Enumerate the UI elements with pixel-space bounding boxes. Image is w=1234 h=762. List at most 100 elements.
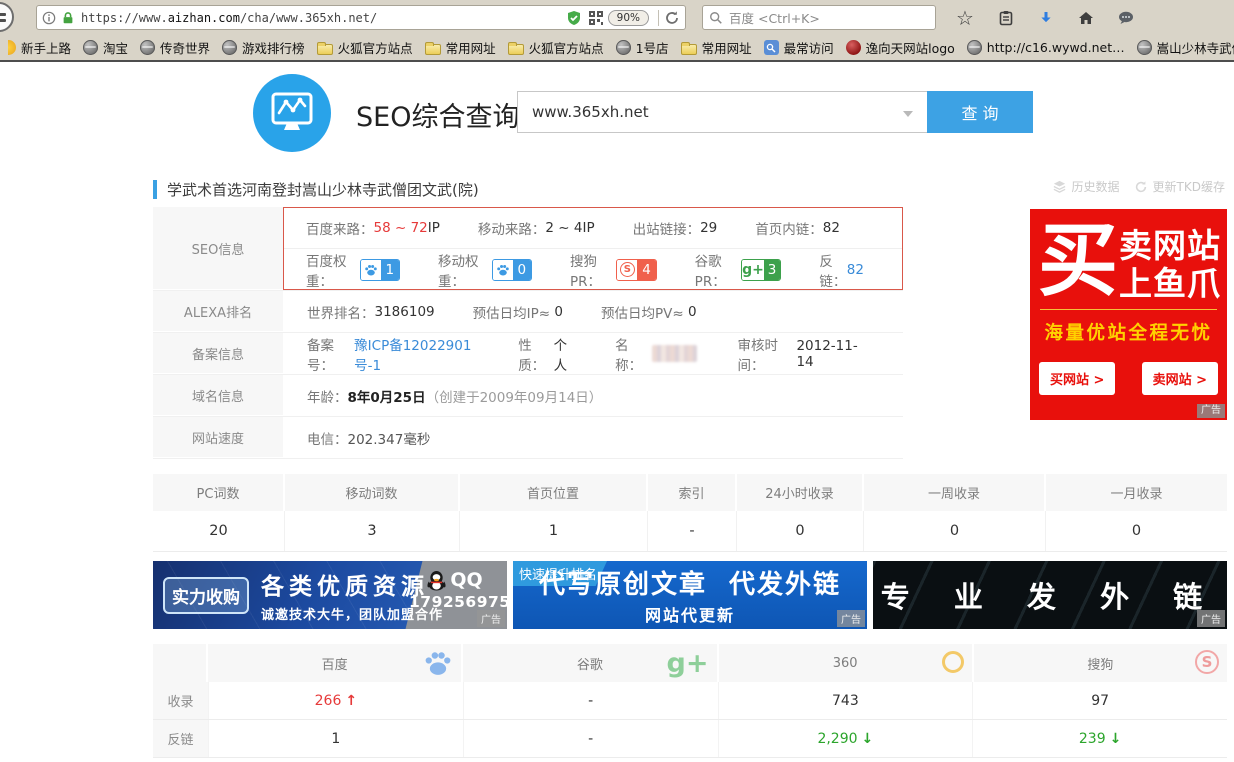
lock-icon — [61, 11, 75, 25]
bookmarks-bar: 新手上路 淘宝 传奇世界 游戏排行榜 火狐官方站点 常用网址 火狐官方站点 1号… — [0, 35, 1234, 60]
info-icon[interactable] — [42, 11, 56, 25]
baidu-paw-icon — [496, 263, 510, 277]
browser-toolbar: https://www.aizhan.com/cha/www.365xh.net… — [0, 0, 1234, 35]
baidu-weight-badge[interactable]: 1 — [360, 259, 400, 281]
daily-ip-value: 0 — [554, 304, 563, 320]
page-content: SEO综合查询 www.365xh.net 查 询 学武术首选河南登封嵩山少林寺… — [0, 62, 1234, 762]
bookmark-item[interactable]: 传奇世界 — [134, 38, 216, 57]
keyword-stats-table: PC词数 移动词数 首页位置 索引 24小时收录 一周收录 一月收录 20 3 … — [153, 474, 1227, 552]
bookmark-label: 火狐官方站点 — [338, 38, 413, 57]
google-pr-badge[interactable]: g+3 — [741, 259, 781, 281]
most-visited-icon — [764, 40, 779, 55]
sogou-icon: S — [1195, 650, 1219, 674]
buy-site-button[interactable]: 买网站 > — [1039, 362, 1115, 395]
domain-query-input[interactable]: www.365xh.net — [517, 91, 927, 133]
bookmark-item[interactable]: 1号店 — [610, 38, 675, 57]
refresh-icon — [1134, 180, 1148, 194]
chat-icon[interactable] — [1118, 10, 1134, 26]
mobile-weight-badge[interactable]: 0 — [492, 259, 532, 281]
row-label: ALEXA排名 — [153, 291, 283, 332]
page-title: SEO综合查询 — [356, 95, 519, 134]
history-data-button[interactable]: 历史数据 — [1052, 178, 1120, 195]
bookmark-star-icon[interactable]: ☆ — [956, 8, 974, 28]
bookmark-icon — [8, 40, 16, 55]
bookmark-label: 常用网址 — [702, 38, 752, 57]
mobile-weight-value: 0 — [513, 260, 531, 280]
sogou-icon: S — [620, 262, 635, 277]
baidu-backlinks-value[interactable]: 1 — [331, 731, 340, 747]
menu-button[interactable] — [0, 2, 14, 32]
metric-label: 搜狗PR： — [570, 250, 614, 290]
stats-value: 0 — [737, 511, 864, 551]
down-arrow-icon: ↓ — [1110, 731, 1122, 747]
bookmark-folder[interactable]: 火狐官方站点 — [502, 38, 610, 57]
360-indexed-value[interactable]: 743 — [832, 693, 859, 709]
ad-banner-backlinks[interactable]: 专 业 发 外 链 广告 — [873, 561, 1227, 629]
zoom-level-badge[interactable]: 90% — [608, 10, 649, 26]
backlinks-value[interactable]: 82 — [847, 262, 864, 278]
bookmark-folder[interactable]: 常用网址 — [419, 38, 502, 57]
shield-icon[interactable] — [566, 10, 582, 26]
row-label: 反链 — [153, 720, 208, 757]
query-button[interactable]: 查 询 — [927, 91, 1033, 133]
baidu-paw-icon — [423, 648, 453, 678]
bookmark-item[interactable]: 嵩山少林寺武僧文武… — [1131, 38, 1234, 57]
downloads-icon[interactable] — [1038, 10, 1054, 26]
home-inlinks-value: 82 — [823, 220, 840, 236]
table-row-icp: 备案信息 备案号：豫ICP备12022901号-1 性质：个人 名称： 审核时间… — [153, 333, 903, 375]
reload-icon[interactable] — [664, 10, 680, 26]
history-data-label: 历史数据 — [1072, 178, 1120, 195]
bookmark-item[interactable]: 游戏排行榜 — [216, 38, 311, 57]
bookmark-folder[interactable]: 火狐官方站点 — [311, 38, 419, 57]
stats-header: 一周收录 — [864, 474, 1046, 511]
library-icon[interactable] — [998, 10, 1014, 26]
bookmark-folder[interactable]: 常用网址 — [675, 38, 758, 57]
sell-site-button[interactable]: 卖网站 > — [1142, 362, 1218, 395]
360-backlinks-value[interactable]: 2,290 — [817, 731, 857, 747]
stats-value: 0 — [864, 511, 1046, 551]
refresh-tkd-button[interactable]: 更新TKD缓存 — [1134, 178, 1225, 195]
ad-big-char: 买 — [1038, 223, 1116, 302]
bookmark-label: 游戏排行榜 — [242, 38, 305, 57]
ad-banner-resources[interactable]: 实力收购 各类优质资源 诚邀技术大牛，团队加盟合作 QQ 179256975 广… — [153, 561, 507, 629]
sogou-pr-badge[interactable]: S4 — [616, 259, 656, 281]
yuzhua-ad-banner[interactable]: 买 卖网站 上鱼爪 海量优站全程无忧 买网站 > 卖网站 > 广告 — [1030, 209, 1227, 420]
bookmark-item[interactable]: http://c16.wywd.net… — [961, 40, 1131, 55]
qq-penguin-icon — [427, 570, 446, 591]
table-row-speed: 网站速度 电信： 202.347毫秒 — [153, 417, 903, 459]
layers-icon — [1052, 179, 1067, 194]
metric-label: 备案号： — [307, 334, 354, 374]
icp-number-link[interactable]: 豫ICP备12022901号-1 — [354, 334, 480, 374]
sogou-indexed-value[interactable]: 97 — [1091, 693, 1109, 709]
bookmark-item[interactable]: 最常访问 — [758, 38, 840, 57]
refresh-tkd-label: 更新TKD缓存 — [1153, 178, 1225, 195]
site-title-bar: 学武术首选河南登封嵩山少林寺武僧团文武(院) 历史数据 更新TKD缓存 — [153, 176, 1227, 202]
up-arrow-icon: ↑ — [345, 693, 357, 709]
bookmark-item[interactable]: 新手上路 — [2, 38, 77, 57]
metric-label: 审核时间： — [737, 334, 796, 374]
sogou-backlinks-value[interactable]: 239 — [1079, 731, 1106, 747]
icp-name-censored — [652, 345, 697, 362]
stats-header: 一月收录 — [1046, 474, 1227, 511]
bookmark-item[interactable]: 逸向天网站logo — [840, 38, 961, 57]
metric-label: 出站链接： — [633, 218, 701, 238]
metric-label: 百度权重： — [306, 250, 358, 290]
bookmark-item[interactable]: 淘宝 — [77, 38, 134, 57]
browser-search-field[interactable]: 百度 <Ctrl+K> — [702, 5, 936, 30]
home-icon[interactable] — [1078, 10, 1094, 26]
url-domain: aizhan.com — [168, 11, 240, 25]
qr-code-icon[interactable] — [588, 10, 604, 26]
chevron-down-icon[interactable] — [903, 111, 913, 117]
baidu-weight-value: 1 — [381, 260, 399, 280]
metric-label: 百度来路： — [306, 218, 374, 238]
world-rank-value: 3186109 — [375, 304, 435, 320]
speed-value: 202.347毫秒 — [348, 428, 431, 448]
ad-banner-articles[interactable]: 快速提升排名 代写原创文章 代发外链 网站代更新 广告 — [513, 561, 867, 629]
seo-info-table: SEO信息 百度来路：58 ~ 72 IP 移动来路：2 ~ 4 IP 出站链接… — [153, 207, 903, 459]
google-plus-icon: g+ — [742, 262, 764, 278]
unit: IP — [428, 220, 440, 236]
unit: IP — [582, 220, 594, 236]
url-bar[interactable]: https://www.aizhan.com/cha/www.365xh.net… — [36, 5, 686, 30]
stats-value: 1 — [460, 511, 648, 551]
baidu-indexed-value[interactable]: 266 — [315, 693, 342, 709]
